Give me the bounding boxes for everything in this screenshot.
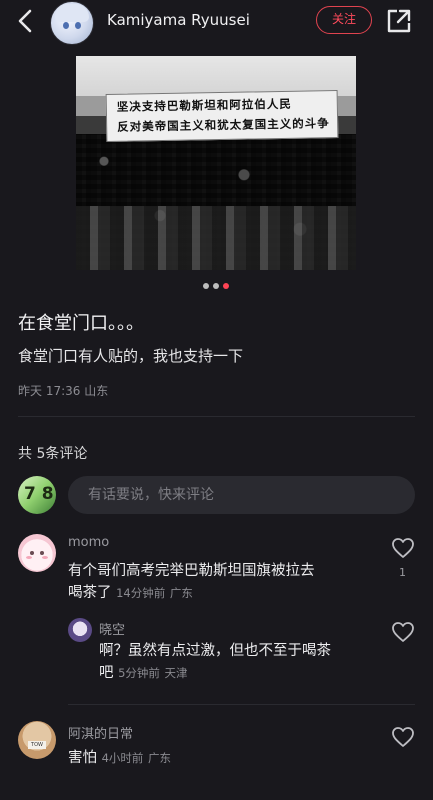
carousel-dot[interactable] <box>213 283 219 289</box>
comment-text-line: 喝茶了 <box>68 585 112 601</box>
comment-location: 广东 <box>148 751 172 765</box>
post-body: 食堂门口有人贴的，我也支持一下 <box>18 347 244 365</box>
author-avatar[interactable] <box>50 1 94 45</box>
heart-icon[interactable] <box>391 726 415 748</box>
share-external-icon[interactable] <box>386 8 412 34</box>
banner-line-2: 反对美帝国主义和犹太复国主义的斗争 <box>117 116 330 134</box>
comment-count: 共 5条评论 <box>18 446 88 462</box>
comment-text[interactable]: 有个哥们高考完举巴勒斯坦国旗被拉去 喝茶了 14分钟前 广东 <box>68 560 368 604</box>
avatar-tag-text: TOW <box>28 741 46 749</box>
my-avatar[interactable]: 7 8 <box>18 476 56 514</box>
comment-location: 天津 <box>164 666 188 680</box>
divider <box>68 704 415 705</box>
carousel-dot[interactable] <box>203 283 209 289</box>
comment-time: 14分钟前 <box>116 586 166 600</box>
follow-button[interactable]: 关注 <box>316 6 372 34</box>
heart-icon[interactable] <box>391 537 415 559</box>
my-avatar-text: 7 8 <box>24 484 54 504</box>
comment-text-line: 吧 <box>99 665 114 681</box>
comment-location: 广东 <box>169 586 193 600</box>
commenter-name[interactable]: 晓空 <box>99 619 125 638</box>
post-title: 在食堂门口。。。 <box>18 313 144 334</box>
comment-time: 4小时前 <box>101 751 144 765</box>
comment-text-line: 害怕 <box>68 750 97 766</box>
commenter-avatar[interactable]: TOW <box>18 721 56 759</box>
comment-text-line: 有个哥们高考完举巴勒斯坦国旗被拉去 <box>68 563 315 579</box>
banner-line-1: 坚决支持巴勒斯坦和阿拉伯人民 <box>116 96 292 114</box>
heart-icon[interactable] <box>391 621 415 643</box>
carousel-dot-active[interactable] <box>223 283 229 289</box>
commenter-name[interactable]: momo <box>68 535 109 550</box>
author-name[interactable]: Kamiyama Ryuusei <box>107 11 250 29</box>
comment-text-line: 啊？虽然有点过激，但也不至于喝茶 <box>99 643 331 659</box>
commenter-avatar[interactable] <box>68 618 92 642</box>
like-count: 1 <box>399 566 406 579</box>
comment-time: 5分钟前 <box>118 666 160 680</box>
post-meta: 昨天 17:36 山东 <box>18 384 109 398</box>
commenter-avatar[interactable] <box>18 534 56 572</box>
divider <box>18 416 415 417</box>
comment-input[interactable]: 有话要说，快来评论 <box>68 476 415 514</box>
comment-text[interactable]: 害怕 4小时前 广东 <box>68 747 368 769</box>
top-bar: Kamiyama Ryuusei 关注 <box>0 0 433 45</box>
comment-text[interactable]: 啊？虽然有点过激，但也不至于喝茶 吧 5分钟前 天津 <box>99 640 384 684</box>
photo-banner: 坚决支持巴勒斯坦和阿拉伯人民 反对美帝国主义和犹太复国主义的斗争 <box>105 89 339 143</box>
post-image[interactable]: 坚决支持巴勒斯坦和阿拉伯人民 反对美帝国主义和犹太复国主义的斗争 <box>76 56 356 270</box>
chevron-left-icon[interactable] <box>14 8 38 34</box>
commenter-name[interactable]: 阿淇的日常 <box>68 723 133 742</box>
